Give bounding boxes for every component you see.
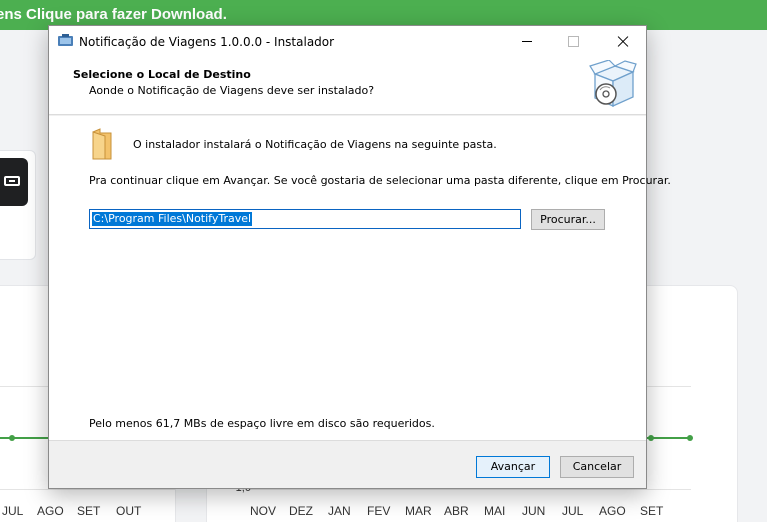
data-point xyxy=(687,435,693,441)
x-tick-label: JUN xyxy=(522,504,546,518)
software-box-cd-icon xyxy=(589,60,637,108)
x-tick-label: DEZ xyxy=(289,504,313,518)
dark-action-button[interactable] xyxy=(0,158,28,206)
x-tick-label: JUL xyxy=(2,504,24,518)
close-icon[interactable] xyxy=(600,26,646,57)
footer-divider xyxy=(49,440,646,441)
folder-icon xyxy=(92,128,112,160)
x-tick-label: FEV xyxy=(367,504,391,518)
x-tick-label: AGO xyxy=(599,504,626,518)
x-tick-label: JAN xyxy=(328,504,351,518)
chart-gridline xyxy=(645,386,691,387)
browse-button[interactable]: Procurar... xyxy=(531,209,605,230)
installer-window: Notificação de Viagens 1.0.0.0 - Instala… xyxy=(48,25,671,489)
destination-path-value[interactable]: C:\Program Files\NotifyTravel xyxy=(92,212,253,226)
data-point xyxy=(9,435,15,441)
x-tick-label: OUT xyxy=(116,504,142,518)
x-tick-label: AGO xyxy=(37,504,64,518)
money-icon xyxy=(4,176,20,186)
destination-path-input[interactable]: C:\Program Files\NotifyTravel xyxy=(89,209,521,229)
next-button[interactable]: Avançar xyxy=(476,456,550,478)
instruction-text: Pra continuar clique em Avançar. Se você… xyxy=(89,174,671,187)
disk-space-text: Pelo menos 61,7 MBs de espaço livre em d… xyxy=(89,417,435,430)
wizard-header: Selecione o Local de Destino Aonde o Not… xyxy=(49,57,646,115)
chart-gridline xyxy=(250,489,691,490)
page-subheading: Aonde o Notificação de Viagens deve ser … xyxy=(89,84,375,97)
maximize-icon xyxy=(550,26,596,57)
x-tick-label: SET xyxy=(640,504,664,518)
x-tick-label: MAI xyxy=(484,504,506,518)
chart-gridline xyxy=(0,489,175,490)
cancel-button[interactable]: Cancelar xyxy=(560,456,634,478)
minimize-icon[interactable] xyxy=(504,26,550,57)
page-heading: Selecione o Local de Destino xyxy=(73,68,251,81)
window-title: Notificação de Viagens 1.0.0.0 - Instala… xyxy=(79,35,335,49)
wizard-content: O instalador instalará o Notificação de … xyxy=(49,116,671,440)
data-point xyxy=(648,435,654,441)
banner-text[interactable]: ens Clique para fazer Download. xyxy=(0,6,227,23)
installer-app-icon xyxy=(58,34,73,46)
series-line xyxy=(0,437,50,439)
x-tick-label: NOV xyxy=(250,504,277,518)
install-info-text: O instalador instalará o Notificação de … xyxy=(133,138,497,151)
title-bar[interactable]: Notificação de Viagens 1.0.0.0 - Instala… xyxy=(49,26,646,57)
x-tick-label: SET xyxy=(77,504,101,518)
x-tick-label: JUL xyxy=(562,504,584,518)
x-tick-label: MAR xyxy=(405,504,432,518)
x-tick-label: ABR xyxy=(444,504,469,518)
